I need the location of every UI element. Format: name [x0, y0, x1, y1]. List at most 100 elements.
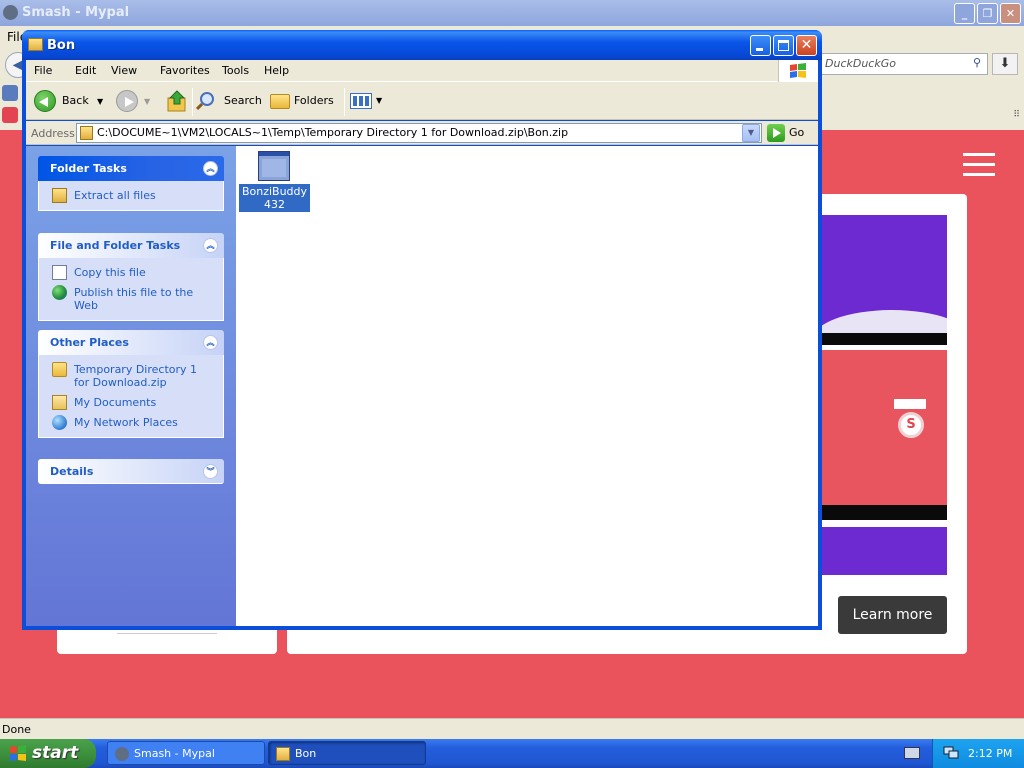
address-dropdown-icon[interactable]: ▼ — [742, 124, 760, 142]
go-button[interactable]: Go — [767, 124, 804, 142]
taskbar-item-bon[interactable]: Bon — [268, 741, 426, 765]
collapse-chevron-icon[interactable]: ︽ — [203, 335, 218, 350]
maximize-button[interactable] — [773, 35, 794, 56]
zip-extract-icon — [52, 188, 67, 203]
explorer-window-controls: ✕ — [750, 35, 817, 56]
start-button[interactable]: start — [0, 739, 96, 768]
browser-close-button[interactable]: ✕ — [1000, 3, 1021, 24]
browser-minimize-button[interactable]: _ — [954, 3, 975, 24]
web-image-divider-2 — [822, 505, 947, 520]
views-dropdown-icon: ▼ — [376, 96, 383, 105]
other-places-header[interactable]: Other Places ︽ — [38, 330, 224, 355]
web-red-panel — [822, 350, 947, 506]
folders-icon — [270, 94, 290, 109]
browser-status-bar: Done — [0, 718, 1024, 739]
up-folder-icon — [167, 90, 186, 112]
windows-flag-icon — [10, 745, 26, 761]
task-pane: Folder Tasks ︽ Extract all files File an… — [26, 146, 236, 626]
search-button[interactable]: Search — [198, 89, 262, 113]
menu-help[interactable]: Help — [264, 64, 289, 77]
menu-view[interactable]: View — [111, 64, 137, 77]
learn-more-button[interactable]: Learn more — [838, 596, 947, 634]
copy-icon — [52, 265, 67, 280]
web-badge-tag — [894, 399, 926, 409]
folder-tasks-panel: Folder Tasks ︽ Extract all files — [38, 156, 224, 211]
folders-button[interactable]: Folders — [270, 89, 334, 113]
smash-favicon-icon[interactable] — [2, 107, 18, 123]
hamburger-menu-icon[interactable] — [963, 153, 995, 183]
search-icon — [200, 92, 214, 106]
folder-tasks-title: Folder Tasks — [50, 162, 127, 175]
back-dropdown-icon[interactable]: ▼ — [97, 97, 103, 106]
taskbar-item-mypal[interactable]: Smash - Mypal — [107, 741, 265, 765]
folders-label: Folders — [294, 94, 334, 107]
menu-tools[interactable]: Tools — [222, 64, 249, 77]
close-button[interactable]: ✕ — [796, 35, 817, 56]
browser-titlebar[interactable]: Smash - Mypal _ ❐ ✕ — [0, 0, 1024, 26]
minimize-button[interactable] — [750, 35, 771, 56]
zip-folder-icon — [276, 747, 290, 761]
other-places-title: Other Places — [50, 336, 129, 349]
other-places-panel: Other Places ︽ Temporary Directory 1 for… — [38, 330, 224, 438]
address-value: C:\DOCUME~1\VM2\LOCALS~1\Temp\Temporary … — [97, 126, 569, 139]
browser-sidebar-icons — [2, 85, 18, 129]
copy-this-file-link[interactable]: Copy this file — [50, 265, 215, 280]
folder-icon — [52, 362, 67, 377]
temp-directory-link[interactable]: Temporary Directory 1 for Download.zip — [50, 362, 215, 389]
clock: 2:12 PM — [968, 747, 1013, 760]
collapse-chevron-icon[interactable]: ︽ — [203, 238, 218, 253]
web-hero-image — [822, 215, 947, 345]
views-button[interactable]: ▼ — [350, 89, 384, 113]
go-arrow-icon — [767, 124, 785, 142]
menu-file[interactable]: File — [34, 64, 52, 77]
my-documents-label: My Documents — [74, 396, 157, 409]
keyboard-icon[interactable] — [904, 747, 920, 759]
file-list-pane[interactable]: BonziBuddy432 — [236, 146, 818, 626]
system-tray: 2:12 PM — [932, 739, 1024, 768]
network-icon[interactable] — [943, 746, 959, 760]
search-icon[interactable]: ⚲ — [973, 56, 981, 69]
up-folder-button[interactable] — [166, 89, 188, 113]
browser-search-placeholder: DuckDuckGo — [825, 57, 896, 70]
network-places-icon — [52, 415, 67, 430]
back-button[interactable]: Back — [34, 89, 89, 113]
taskbar-item-mypal-label: Smash - Mypal — [134, 747, 215, 760]
windows-logo-icon — [778, 60, 818, 82]
standard-toolbar: Back ▼ ▼ Search Folders ▼ — [26, 82, 818, 120]
mypal-app-icon — [115, 747, 129, 761]
globe-icon — [52, 285, 67, 300]
file-folder-tasks-panel: File and Folder Tasks ︽ Copy this file P… — [38, 233, 224, 321]
browser-maximize-button[interactable]: ❐ — [977, 3, 998, 24]
download-icon[interactable]: ⬇ — [992, 53, 1018, 75]
browser-search-input[interactable]: DuckDuckGo ⚲ — [820, 53, 988, 75]
web-bottom-image — [822, 527, 947, 575]
details-header[interactable]: Details ︾ — [38, 459, 224, 484]
application-window-icon — [258, 151, 290, 181]
menu-favorites[interactable]: Favorites — [160, 64, 210, 77]
back-arrow-icon — [34, 90, 56, 112]
folder-tasks-body: Extract all files — [38, 181, 224, 211]
forward-dropdown-icon[interactable]: ▼ — [144, 97, 150, 106]
address-bar: Address C:\DOCUME~1\VM2\LOCALS~1\Temp\Te… — [26, 121, 818, 145]
extract-all-files-link[interactable]: Extract all files — [50, 188, 215, 203]
address-input[interactable]: C:\DOCUME~1\VM2\LOCALS~1\Temp\Temporary … — [76, 123, 762, 143]
file-item[interactable]: BonziBuddy432 — [239, 151, 310, 212]
file-folder-tasks-header[interactable]: File and Folder Tasks ︽ — [38, 233, 224, 258]
my-documents-link[interactable]: My Documents — [50, 395, 215, 410]
bookmarks-icon[interactable] — [2, 85, 18, 101]
publish-to-web-link[interactable]: Publish this file to the Web — [50, 285, 215, 312]
my-network-places-link[interactable]: My Network Places — [50, 415, 215, 430]
publish-to-web-label: Publish this file to the Web — [74, 286, 194, 312]
browser-window-controls: _ ❐ ✕ — [954, 3, 1021, 24]
other-places-body: Temporary Directory 1 for Download.zip M… — [38, 355, 224, 438]
explorer-titlebar[interactable]: Bon ✕ — [22, 30, 822, 60]
menu-edit[interactable]: Edit — [75, 64, 96, 77]
folder-tasks-header[interactable]: Folder Tasks ︽ — [38, 156, 224, 181]
collapse-chevron-icon[interactable]: ︽ — [203, 161, 218, 176]
explorer-window: Bon ✕ File Edit View Favorites Tools Hel… — [22, 30, 822, 630]
toolbar-grip-icon: ⠿ — [1013, 110, 1020, 120]
zip-folder-icon — [80, 126, 93, 140]
taskbar-item-bon-label: Bon — [295, 747, 317, 760]
expand-chevron-icon[interactable]: ︾ — [203, 464, 218, 479]
status-text: Done — [2, 723, 31, 736]
